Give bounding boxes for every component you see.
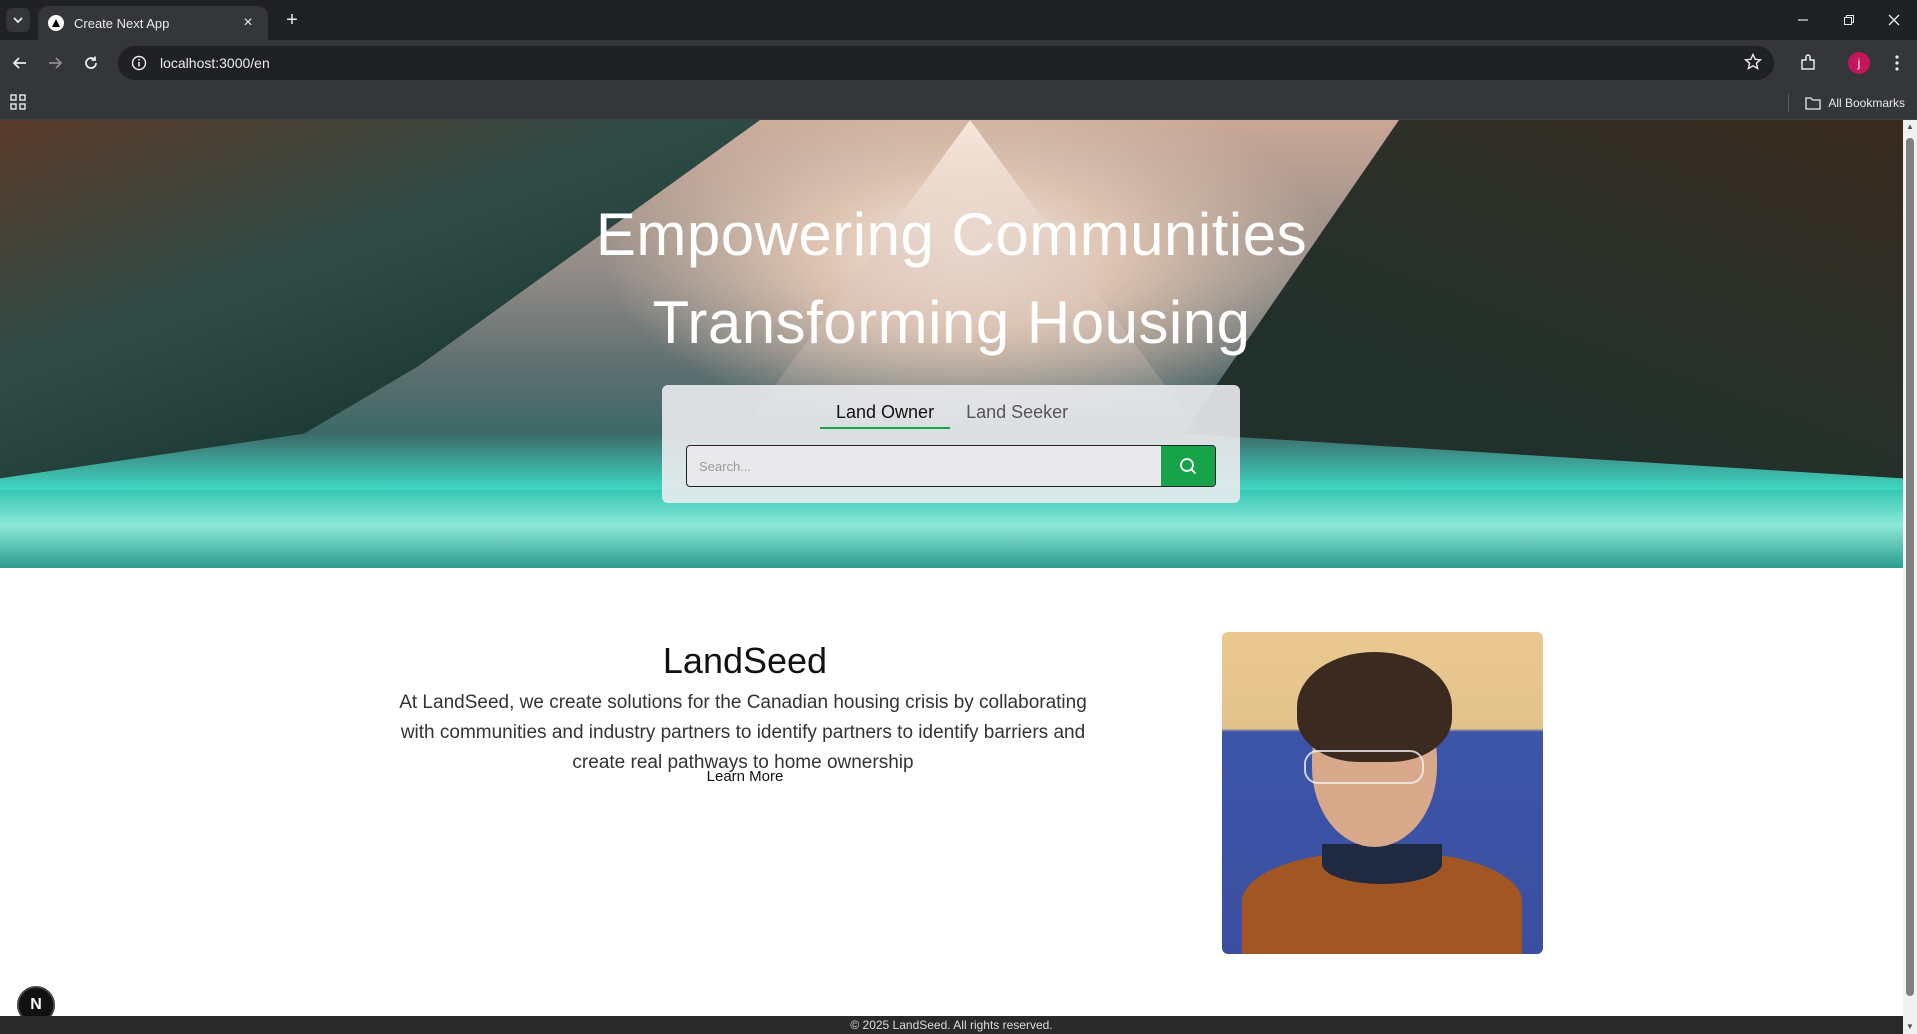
search-input[interactable] xyxy=(687,446,1161,486)
browser-tab-active[interactable]: Create Next App × xyxy=(38,6,268,40)
all-bookmarks-button[interactable]: All Bookmarks xyxy=(1805,92,1905,114)
scroll-up-arrow-icon[interactable]: ▲ xyxy=(1905,122,1915,132)
hero-title-line2: Transforming Housing xyxy=(652,289,1251,356)
team-member-photo xyxy=(1222,632,1543,954)
favicon-icon xyxy=(48,15,64,31)
reload-icon xyxy=(85,56,97,69)
page-scrollbar[interactable]: ▲ ▼ xyxy=(1903,120,1917,1034)
chevron-down-icon xyxy=(13,17,23,24)
page-viewport: Empowering Communities Transforming Hous… xyxy=(0,120,1917,1034)
search-button[interactable] xyxy=(1161,446,1215,486)
minimize-button[interactable] xyxy=(1780,0,1826,40)
tab-title: Create Next App xyxy=(74,15,170,31)
search-card: Land Owner Land Seeker xyxy=(662,385,1240,503)
bookmarks-divider xyxy=(1788,94,1789,112)
tab-strip: Create Next App × + xyxy=(0,0,1917,40)
scroll-down-arrow-icon[interactable]: ▼ xyxy=(1905,1022,1915,1032)
profile-avatar[interactable]: j xyxy=(1848,52,1870,74)
bookmarks-bar: All Bookmarks xyxy=(0,86,1917,120)
close-tab-icon[interactable]: × xyxy=(238,14,258,32)
extensions-icon[interactable] xyxy=(1795,50,1821,76)
new-tab-button[interactable]: + xyxy=(280,8,304,32)
restore-button[interactable] xyxy=(1826,0,1872,40)
hero-title-line1: Empowering Communities xyxy=(595,201,1308,268)
tab-land-owner[interactable]: Land Owner xyxy=(820,397,951,429)
tab-land-seeker[interactable]: Land Seeker xyxy=(950,397,1084,429)
tab-search-button[interactable] xyxy=(6,8,30,32)
about-description: At LandSeed, we create solutions for the… xyxy=(399,692,1087,773)
apps-grid-icon[interactable] xyxy=(10,94,26,115)
reload-button[interactable] xyxy=(77,49,105,77)
url-text: localhost:3000/en xyxy=(160,55,270,71)
menu-kebab-icon[interactable] xyxy=(1884,50,1910,76)
close-icon xyxy=(1888,14,1900,26)
browser-toolbar: localhost:3000/en xyxy=(0,40,1917,86)
restore-icon xyxy=(1844,15,1854,25)
close-window-button[interactable] xyxy=(1871,0,1917,40)
minimize-icon xyxy=(1798,19,1808,21)
search-bar xyxy=(686,445,1216,487)
all-bookmarks-label: All Bookmarks xyxy=(1828,96,1905,110)
hero-banner: Empowering Communities Transforming Hous… xyxy=(0,120,1903,568)
site-info-icon[interactable] xyxy=(130,54,148,72)
address-bar[interactable]: localhost:3000/en xyxy=(118,46,1774,80)
forward-button[interactable] xyxy=(41,49,69,77)
arrow-left-icon xyxy=(12,57,26,69)
role-tabs: Land Owner Land Seeker xyxy=(820,397,1084,429)
scrollbar-thumb[interactable] xyxy=(1906,138,1914,996)
about-title: LandSeed xyxy=(662,640,828,681)
learn-more-link[interactable]: Learn More xyxy=(645,768,845,785)
search-icon xyxy=(1180,458,1197,475)
arrow-right-icon xyxy=(49,57,63,69)
bookmark-star-icon[interactable] xyxy=(1743,52,1763,76)
back-button[interactable] xyxy=(6,49,34,77)
folder-icon xyxy=(1805,97,1821,110)
page-footer: © 2025 LandSeed. All rights reserved. xyxy=(0,1016,1903,1034)
